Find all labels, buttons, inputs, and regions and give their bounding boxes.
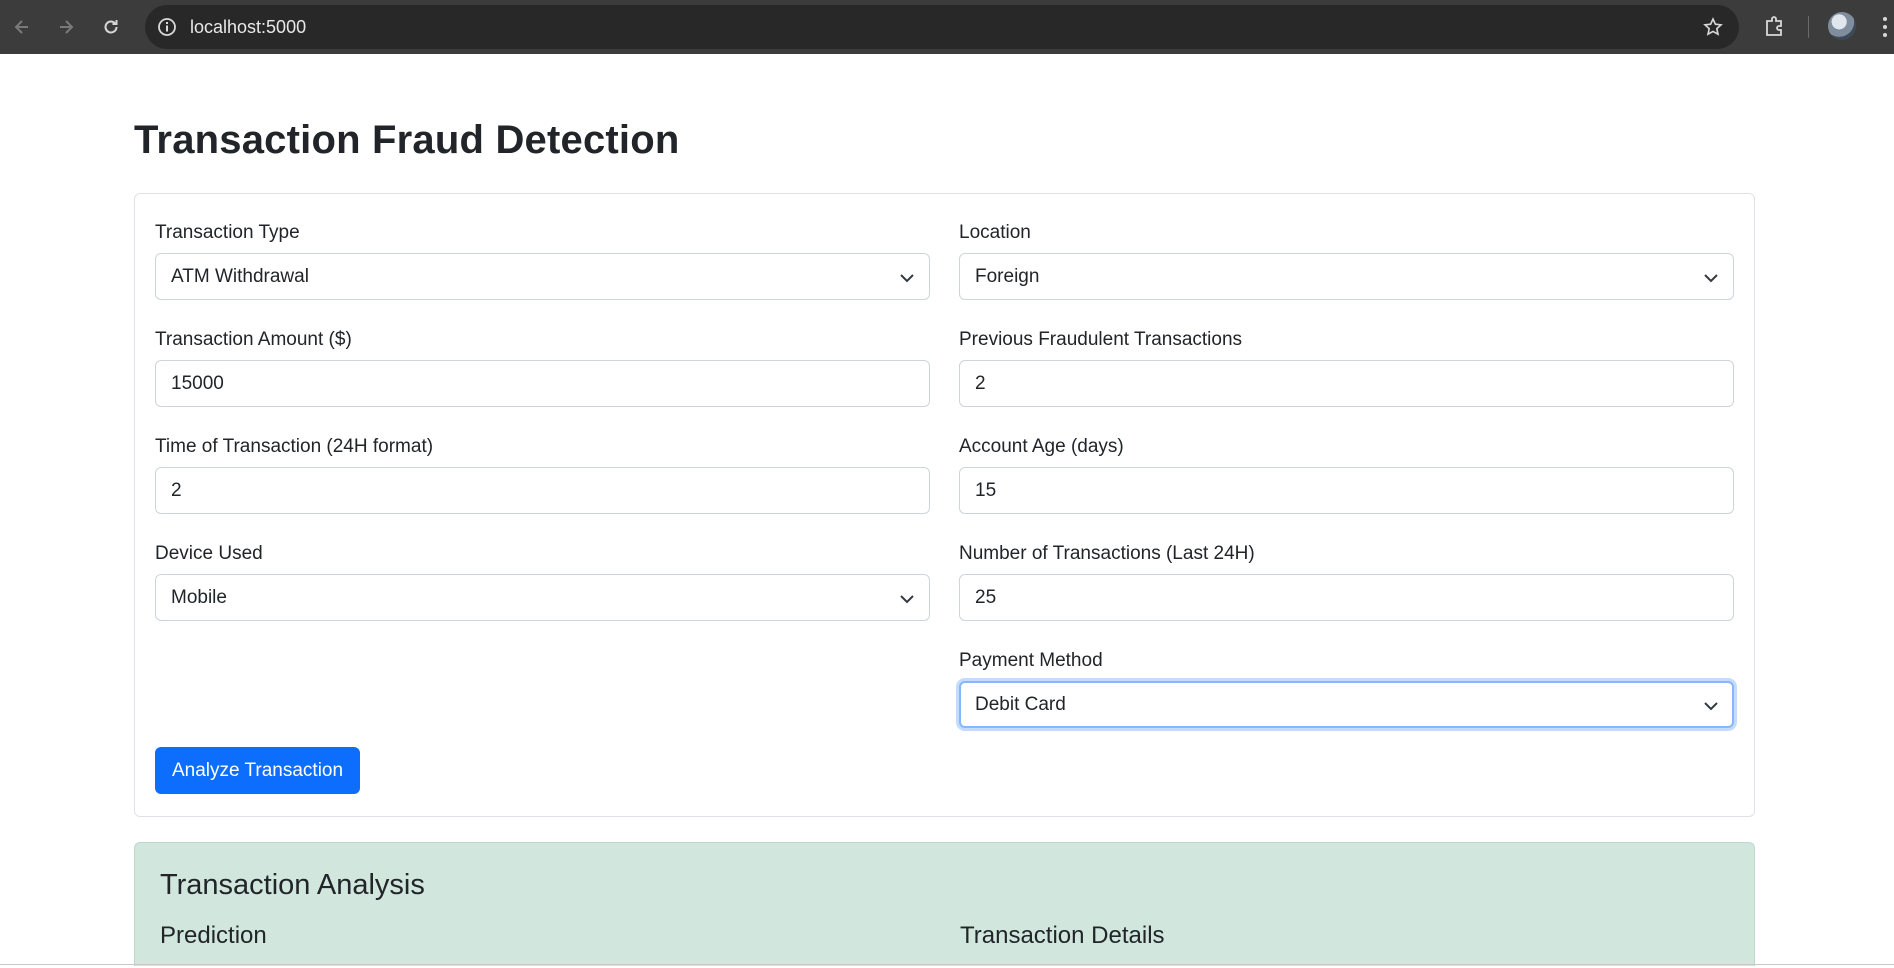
kebab-menu-icon[interactable] bbox=[1880, 14, 1890, 40]
time-value: 2 bbox=[171, 480, 182, 501]
num-transactions-label: Number of Transactions (Last 24H) bbox=[959, 543, 1255, 564]
prediction-heading: Prediction bbox=[160, 922, 267, 949]
reload-icon bbox=[104, 20, 118, 34]
back-button[interactable] bbox=[7, 12, 37, 42]
toolbar-divider bbox=[1808, 16, 1809, 38]
transaction-type-select[interactable]: ATM Withdrawal bbox=[155, 253, 930, 300]
location-value: Foreign bbox=[975, 266, 1040, 287]
device-value: Mobile bbox=[171, 587, 227, 608]
extensions-puzzle-icon[interactable] bbox=[1762, 13, 1788, 39]
account-age-input[interactable]: 15 bbox=[959, 467, 1734, 514]
amount-value: 15000 bbox=[171, 373, 224, 394]
chevron-down-icon bbox=[1704, 274, 1718, 283]
chevron-down-icon bbox=[900, 595, 914, 604]
amount-label: Transaction Amount ($) bbox=[155, 329, 352, 350]
transaction-form-card: Transaction Type ATM Withdrawal Transact… bbox=[134, 193, 1755, 817]
address-bar[interactable]: localhost:5000 bbox=[145, 5, 1739, 49]
forward-button[interactable] bbox=[51, 12, 81, 42]
num-transactions-input[interactable]: 25 bbox=[959, 574, 1734, 621]
chevron-down-icon bbox=[1704, 702, 1718, 711]
page-content: Transaction Fraud Detection Transaction … bbox=[0, 54, 1894, 966]
transaction-details-heading: Transaction Details bbox=[960, 922, 1165, 949]
analysis-title: Transaction Analysis bbox=[160, 869, 425, 901]
transaction-type-value: ATM Withdrawal bbox=[171, 266, 309, 287]
page-title: Transaction Fraud Detection bbox=[134, 118, 680, 162]
location-select[interactable]: Foreign bbox=[959, 253, 1734, 300]
url-text[interactable]: localhost:5000 bbox=[190, 17, 306, 38]
transaction-type-label: Transaction Type bbox=[155, 222, 300, 243]
previous-fraud-label: Previous Fraudulent Transactions bbox=[959, 329, 1243, 350]
previous-fraud-value: 2 bbox=[975, 373, 986, 394]
num-transactions-value: 25 bbox=[975, 587, 997, 608]
transaction-analysis-card: Transaction Analysis Prediction Transact… bbox=[134, 842, 1755, 966]
time-label: Time of Transaction (24H format) bbox=[155, 436, 434, 457]
previous-fraud-input[interactable]: 2 bbox=[959, 360, 1734, 407]
window-bottom-border bbox=[0, 964, 1894, 965]
browser-toolbar: localhost:5000 bbox=[0, 0, 1894, 54]
profile-avatar[interactable] bbox=[1828, 12, 1856, 40]
analyze-transaction-button[interactable]: Analyze Transaction bbox=[155, 747, 360, 794]
account-age-value: 15 bbox=[975, 480, 997, 501]
device-select[interactable]: Mobile bbox=[155, 574, 930, 621]
time-input[interactable]: 2 bbox=[155, 467, 930, 514]
account-age-label: Account Age (days) bbox=[959, 436, 1124, 457]
location-label: Location bbox=[959, 222, 1031, 243]
bookmark-star-icon[interactable] bbox=[1703, 17, 1723, 37]
arrow-right-icon bbox=[60, 20, 74, 34]
reload-button[interactable] bbox=[96, 12, 126, 42]
chevron-down-icon bbox=[900, 274, 914, 283]
payment-method-value: Debit Card bbox=[975, 694, 1066, 715]
payment-method-label: Payment Method bbox=[959, 650, 1103, 671]
info-icon[interactable] bbox=[157, 17, 177, 37]
arrow-left-icon bbox=[14, 20, 28, 34]
device-label: Device Used bbox=[155, 543, 263, 564]
payment-method-select[interactable]: Debit Card bbox=[959, 681, 1734, 728]
amount-input[interactable]: 15000 bbox=[155, 360, 930, 407]
